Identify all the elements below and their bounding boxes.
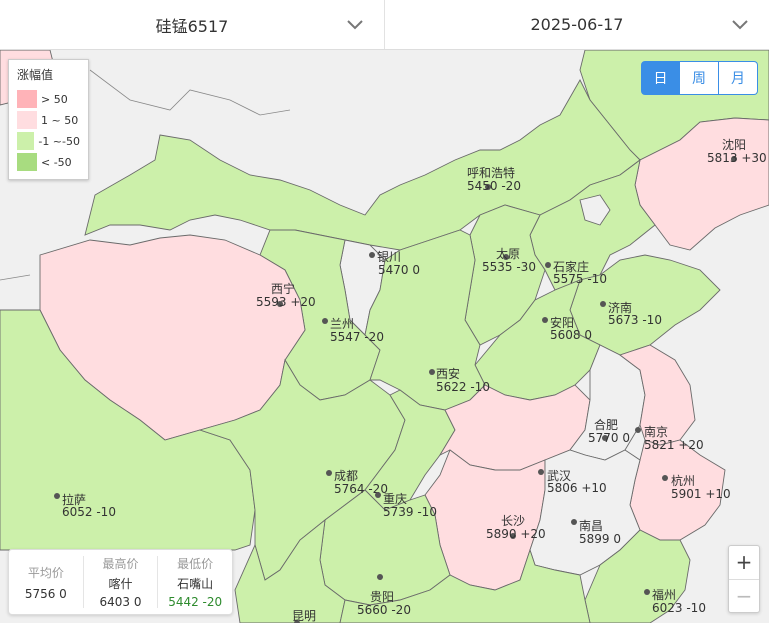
- legend-swatch: [17, 90, 37, 108]
- city-dot[interactable]: [571, 519, 577, 525]
- city-name: 太原: [496, 246, 520, 261]
- city-price: 5535 -30: [482, 260, 536, 274]
- city-name: 沈阳: [722, 137, 746, 152]
- max-price: 最高价 喀什 6403 0: [82, 556, 158, 609]
- city-dot[interactable]: [644, 589, 650, 595]
- period-day-button[interactable]: 日: [641, 61, 680, 95]
- city-price: 5660 -20: [357, 603, 411, 617]
- legend-label: -1 ~-50: [38, 134, 80, 148]
- city-price: 5673 -10: [608, 313, 662, 327]
- legend-item[interactable]: > 50: [17, 89, 80, 109]
- city-price: 5899 0: [579, 532, 621, 546]
- city-price: 5575 -10: [553, 272, 607, 286]
- city-name: 西安: [436, 366, 460, 381]
- legend-label: 1 ~ 50: [41, 113, 79, 127]
- zoom-out-button[interactable]: −: [729, 578, 759, 613]
- city-name: 南京: [644, 424, 668, 439]
- city-dot[interactable]: [377, 574, 383, 580]
- city-dot[interactable]: [429, 369, 435, 375]
- max-price-value: 6403 0: [99, 595, 142, 609]
- city-dot[interactable]: [326, 470, 332, 476]
- city-price: 5890 +20: [486, 527, 546, 541]
- city-price: 5470 0: [378, 263, 420, 277]
- city-name: 银川: [377, 250, 401, 264]
- chevron-down-icon: [347, 20, 363, 30]
- city-name: 西宁: [271, 281, 295, 296]
- legend-item[interactable]: < -50: [17, 152, 80, 172]
- max-price-title: 最高价: [102, 557, 139, 571]
- city-dot[interactable]: [600, 301, 606, 307]
- city-name: 呼和浩特: [467, 165, 515, 180]
- city-name: 杭州: [671, 473, 695, 488]
- period-toggle: 日 周 月: [641, 61, 758, 95]
- date-selector[interactable]: 2025-06-17: [384, 0, 769, 49]
- avg-price-value: 5756 0: [24, 586, 67, 601]
- legend-label: < -50: [41, 155, 72, 169]
- legend-swatch: [17, 132, 35, 150]
- price-summary: 平均价 5756 0 最高价 喀什 6403 0 最低价 石嘴山 5442 -2…: [8, 549, 233, 615]
- city-dot[interactable]: [538, 469, 544, 475]
- city-dot[interactable]: [635, 427, 641, 433]
- china-price-map[interactable]: 呼和浩特 5450 -20 沈阳 5813 +30 银川 5470 0 太原 5535 -30…: [0, 50, 769, 623]
- city-price: 5608 0: [550, 328, 592, 342]
- city-price: 5821 +20: [644, 438, 704, 452]
- city-dot[interactable]: [542, 317, 548, 323]
- max-price-city: 喀什: [108, 577, 133, 591]
- city-name: 重庆: [383, 492, 407, 506]
- city-dot[interactable]: [375, 492, 381, 498]
- city-name: 合肥: [594, 417, 618, 432]
- min-price-city: 石嘴山: [177, 577, 214, 591]
- min-price: 最低价 石嘴山 5442 -20: [157, 556, 232, 609]
- chevron-down-icon: [732, 20, 748, 30]
- legend-item[interactable]: -1 ~-50: [17, 131, 80, 151]
- min-price-title: 最低价: [177, 557, 214, 571]
- zoom-control: + −: [728, 545, 760, 613]
- map-app: 硅锰6517 2025-06-17 呼和浩特 5450 -20 沈阳 5813 …: [0, 0, 769, 623]
- avg-price: 平均价 5756 0: [9, 550, 83, 614]
- city-name: 成都: [334, 469, 358, 483]
- city-name: 福州: [652, 587, 676, 602]
- city-price: 5770 0: [588, 431, 630, 445]
- product-selector[interactable]: 硅锰6517: [0, 0, 384, 49]
- legend-swatch: [17, 153, 37, 171]
- city-dot[interactable]: [54, 493, 60, 499]
- legend-label: > 50: [41, 92, 68, 106]
- city-price: 5593 +20: [256, 295, 316, 309]
- avg-price-title: 平均价: [27, 565, 64, 580]
- legend-title: 涨幅值: [17, 68, 54, 82]
- city-dot[interactable]: [322, 318, 328, 324]
- city-dot[interactable]: [369, 252, 375, 258]
- city-name: 南昌: [579, 518, 603, 533]
- city-price: 5622 -10: [436, 380, 490, 394]
- city-price: 5901 +10: [671, 487, 731, 501]
- date-selector-value: 2025-06-17: [530, 15, 624, 34]
- product-selector-value: 硅锰6517: [155, 16, 229, 36]
- city-price: 5450 -20: [467, 179, 521, 193]
- city-name: 长沙: [501, 514, 525, 528]
- period-week-button[interactable]: 周: [680, 61, 719, 95]
- city-name: 贵阳: [370, 590, 394, 604]
- city-price: 5547 -20: [330, 330, 384, 344]
- city-marker[interactable]: 呼和浩特5450 -20: [467, 165, 521, 193]
- period-month-button[interactable]: 月: [719, 61, 758, 95]
- city-dot[interactable]: [662, 475, 668, 481]
- city-name: 兰州: [330, 317, 354, 331]
- city-dot[interactable]: [545, 262, 551, 268]
- legend: 涨幅值 > 50 1 ~ 50 -1 ~-50 < -50: [8, 59, 89, 180]
- city-price: 5806 +10: [547, 481, 607, 495]
- selector-bar: 硅锰6517 2025-06-17: [0, 0, 769, 50]
- map-canvas[interactable]: 呼和浩特5450 -20 沈阳5813 +30 银川5470 0 太原5535 -30…: [0, 50, 769, 623]
- zoom-in-button[interactable]: +: [729, 546, 759, 579]
- min-price-value: 5442 -20: [168, 595, 223, 609]
- city-price: 6052 -10: [62, 505, 116, 519]
- city-price: 5813 +30: [707, 151, 767, 165]
- legend-item[interactable]: 1 ~ 50: [17, 110, 80, 130]
- legend-swatch: [17, 111, 37, 129]
- city-price: 5739 -10: [383, 505, 437, 519]
- city-price: 6023 -10: [652, 601, 706, 615]
